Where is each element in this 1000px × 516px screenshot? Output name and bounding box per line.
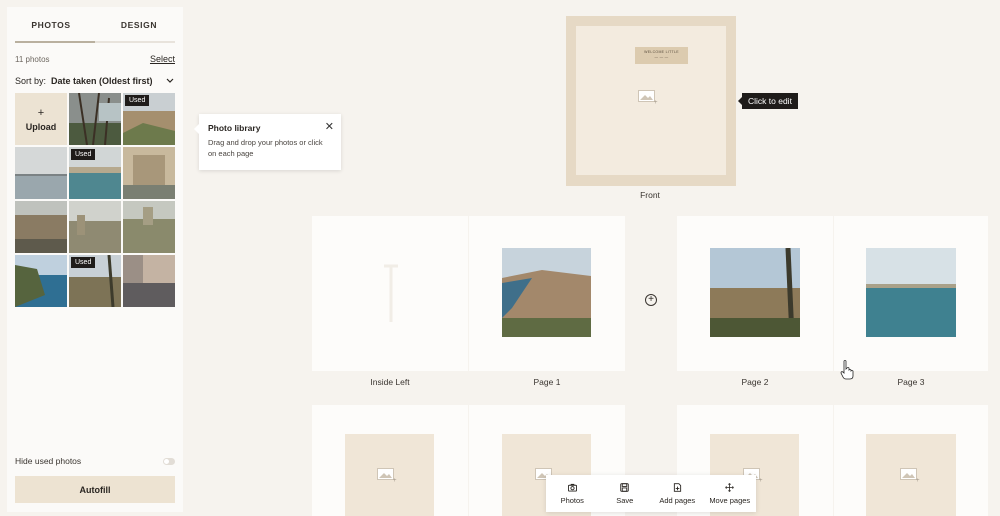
photo-thumbnail[interactable] [69,201,121,253]
image-placeholder-icon: + [638,90,658,104]
upload-button[interactable]: + Upload [15,93,67,145]
page-watermark-icon [384,264,398,322]
add-page-button[interactable]: + [645,294,657,306]
page-3-caption: Page 3 [897,377,925,387]
used-badge: Used [125,95,150,106]
plus-icon: + [37,106,45,119]
tab-design[interactable]: DESIGN [95,7,183,43]
sunset-photo [123,255,175,307]
svg-text:+: + [393,478,397,482]
page-2-photo[interactable] [710,248,800,337]
cover-title-line2: — — — [654,55,669,59]
photo-thumbnail[interactable] [15,255,67,307]
fountain-photo [123,147,175,199]
svg-text:+: + [654,100,658,104]
hide-used-toggle[interactable] [163,457,175,465]
move-pages-button[interactable]: Move pages [704,475,757,512]
add-pages-button[interactable]: Add pages [651,475,704,512]
inside-left-page[interactable] [312,216,468,371]
hide-used-label: Hide used photos [15,456,82,466]
sort-value[interactable]: Date taken (Oldest first) [51,76,165,86]
cover-inner: WELCOME LITTLE — — — + [576,26,726,175]
used-badge: Used [71,149,96,160]
svg-text:+: + [759,478,763,482]
page-3-photo[interactable] [866,248,956,337]
select-link[interactable]: Select [150,54,175,64]
photo-thumbnail[interactable] [123,201,175,253]
page-1[interactable] [469,216,625,371]
photo-grid: + Upload Used Used Used [15,93,175,307]
ruins-photo [69,201,121,253]
page-4[interactable]: + [312,405,468,516]
photo-thumbnail[interactable]: Used [69,147,121,199]
photo-count: 11 photos [15,54,50,64]
chevron-down-icon[interactable] [165,76,175,86]
tooltip-title: Photo library [208,123,261,133]
inside-left-caption: Inside Left [370,377,410,387]
front-caption: Front [640,190,660,200]
photos-button[interactable]: Photos [546,475,599,512]
cover-title-label[interactable]: WELCOME LITTLE — — — [635,47,688,64]
sea-photo [15,147,67,199]
sort-dropdown[interactable]: Sort by: Date taken (Oldest first) [15,76,175,86]
photos-button-label: Photos [560,495,584,505]
photo-library-tooltip: Photo library Drag and drop your photos … [194,114,341,170]
click-to-edit-hint[interactable]: Click to edit [738,93,798,109]
photo-thumbnail[interactable] [15,147,67,199]
tree-photo [69,93,121,145]
page-2-caption: Page 2 [741,377,769,387]
image-placeholder-icon: + [377,468,397,482]
image-placeholder-icon: + [900,468,920,482]
bottom-toolbar: Photos Save Add pages Move pages [546,475,756,512]
page-7-photo-slot[interactable]: + [866,434,956,516]
tab-photos[interactable]: PHOTOS [7,7,95,43]
hide-used-row: Hide used photos [15,456,175,466]
photo-thumbnail[interactable] [123,255,175,307]
tooltip-body: Drag and drop your photos or click on ea… [208,138,323,158]
used-badge: Used [71,257,96,268]
add-pages-button-label: Add pages [659,495,696,505]
page-7[interactable]: + [834,405,988,516]
sidebar-tabs: PHOTOS DESIGN [7,7,183,43]
forum-photo [123,201,175,253]
photo-thumbnail[interactable] [123,147,175,199]
page-2[interactable] [677,216,833,371]
photo-thumbnail[interactable] [69,93,121,145]
photo-thumbnail[interactable] [15,201,67,253]
page-1-caption: Page 1 [533,377,561,387]
save-button[interactable]: Save [599,475,652,512]
tab-underline [15,41,175,43]
photo-thumbnail[interactable]: Used [123,93,175,145]
hand-cursor-icon [840,360,854,380]
upload-label: Upload [25,121,57,132]
active-tab-indicator [15,41,95,43]
front-cover[interactable]: WELCOME LITTLE — — — + [566,16,736,186]
cliff-sea-photo [15,255,67,307]
page-4-photo-slot[interactable]: + [345,434,434,516]
autofill-button[interactable]: Autofill [15,476,175,503]
photo-sidebar: PHOTOS DESIGN 11 photos Select Sort by: … [7,7,183,512]
camera-icon [567,483,577,492]
add-page-icon [673,482,681,492]
page-3[interactable] [834,216,988,371]
save-icon [620,482,629,492]
sort-label: Sort by: [15,76,47,86]
page-1-photo[interactable] [502,248,591,337]
move-pages-button-label: Move pages [709,495,751,505]
svg-text:+: + [916,478,920,482]
close-icon[interactable]: ✕ [325,120,334,133]
colosseum-photo [15,201,67,253]
save-button-label: Save [616,495,634,505]
photo-thumbnail[interactable]: Used [69,255,121,307]
move-icon [725,482,735,492]
